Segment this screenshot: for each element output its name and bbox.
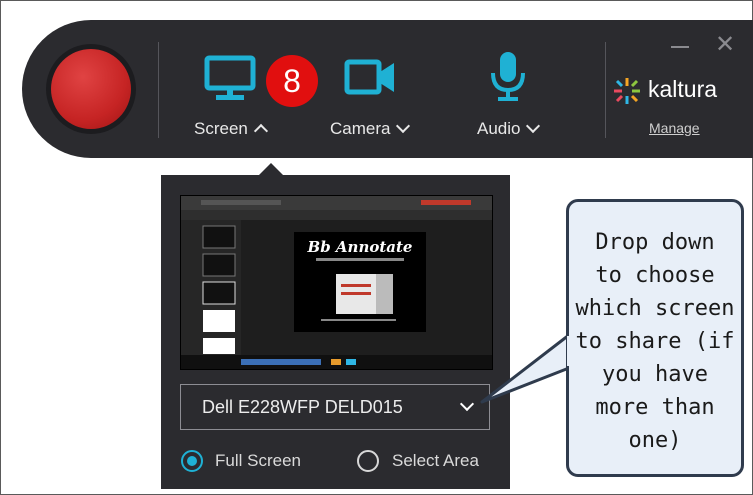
select-area-label[interactable]: Select Area [392, 451, 479, 471]
camera-source-dropdown[interactable]: Camera [330, 118, 411, 139]
microphone-icon[interactable] [488, 50, 528, 104]
screen-label: Screen [194, 119, 248, 138]
callout-pointer [480, 333, 571, 404]
annotation-callout: Drop down to choose which screen to shar… [566, 199, 744, 477]
audio-source-dropdown[interactable]: Audio [477, 118, 541, 139]
record-button[interactable] [51, 49, 131, 129]
preview-slide-title: Bb Annotate [307, 238, 413, 256]
step-number-badge: 8 [266, 55, 318, 107]
selected-display: Dell E228WFP DELD015 [202, 397, 403, 417]
chevron-down-icon [526, 118, 541, 134]
monitor-icon[interactable] [204, 55, 256, 101]
toolbar-divider [158, 42, 159, 138]
callout-join [567, 336, 573, 366]
screen-source-dropdown[interactable]: Screen [194, 119, 268, 139]
brand-name: kaltura [648, 76, 718, 102]
close-icon[interactable]: ✕ [713, 33, 737, 57]
video-camera-icon[interactable] [344, 58, 396, 98]
audio-label: Audio [477, 119, 521, 138]
manage-link[interactable]: Manage [649, 120, 700, 136]
chevron-up-icon [253, 123, 268, 139]
callout-text: Drop down to choose which screen to shar… [575, 230, 735, 453]
chevron-down-icon [396, 118, 411, 134]
kaltura-logo-icon [614, 78, 640, 104]
screen-preview: Bb Annotate [180, 195, 493, 370]
full-screen-label[interactable]: Full Screen [215, 451, 301, 471]
toolbar-divider [605, 42, 606, 138]
minimize-icon[interactable] [671, 46, 689, 48]
select-area-radio[interactable] [357, 450, 379, 472]
chevron-down-icon [459, 396, 475, 412]
camera-label: Camera [330, 119, 391, 138]
full-screen-radio[interactable] [181, 450, 203, 472]
display-select[interactable]: Dell E228WFP DELD015 [180, 384, 490, 430]
